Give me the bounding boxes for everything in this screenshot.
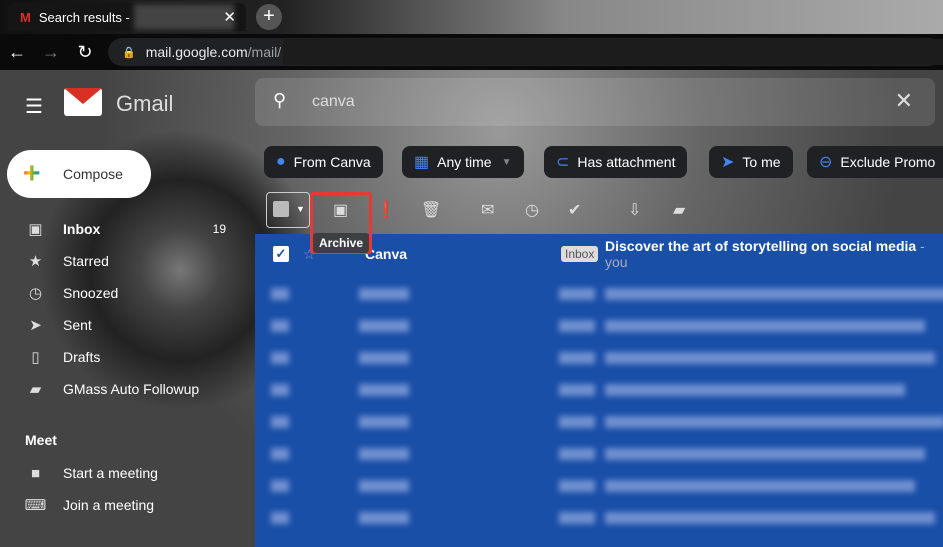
email-row-blurred[interactable] (255, 438, 943, 470)
label-icon: ▰ (29, 381, 42, 398)
send-icon: ➤ (721, 154, 735, 171)
mark-read-icon[interactable]: ✉ (481, 200, 494, 220)
row-checkbox[interactable]: ✓ (273, 246, 289, 262)
unread-count: 19 (212, 222, 226, 236)
join-meeting[interactable]: ⌨ Join a meeting (0, 489, 250, 521)
plus-icon: + (23, 157, 41, 190)
add-task-icon[interactable]: ✔ (568, 200, 581, 220)
close-tab-icon[interactable]: ✕ (223, 8, 236, 26)
archive-tooltip: Archive (313, 233, 370, 253)
email-row-blurred[interactable] (255, 502, 943, 534)
sidebar-item-inbox[interactable]: ▣ Inbox 19 (0, 213, 250, 245)
chip-to-me[interactable]: ➤ To me (709, 146, 793, 178)
search-input[interactable]: canva (312, 93, 355, 111)
clear-search-icon[interactable]: ✕ (895, 88, 913, 114)
lock-icon: 🔒 (122, 46, 136, 59)
sidebar-item-gmass[interactable]: ▰ GMass Auto Followup (0, 373, 250, 405)
sidebar-item-snoozed[interactable]: ◷ Snoozed (0, 277, 250, 309)
search-bar[interactable]: ⚲ canva ✕ (255, 78, 935, 126)
sidebar-item-sent[interactable]: ➤ Sent (0, 309, 250, 341)
new-tab-button[interactable]: + (256, 4, 282, 30)
email-row-blurred[interactable] (255, 374, 943, 406)
sidebar-item-starred[interactable]: ★ Starred (0, 245, 250, 277)
draft-icon: ▯ (31, 349, 40, 366)
address-bar-row: ← → ↻ 🔒 mail.google.com/mail/ (0, 34, 943, 70)
tab-bar: M Search results - ✕ + (0, 0, 943, 34)
snooze-icon[interactable]: ◷ (525, 200, 539, 220)
forward-icon[interactable]: → (34, 42, 68, 63)
email-list: ✓ ☆ Canva Inbox Discover the art of stor… (255, 234, 943, 547)
gmail-favicon: M (20, 9, 31, 25)
menu-icon[interactable]: ☰ (25, 94, 43, 119)
reload-icon[interactable]: ↻ (68, 42, 102, 63)
keyboard-icon: ⌨ (24, 497, 47, 514)
email-row-blurred[interactable] (255, 470, 943, 502)
chip-attachment[interactable]: ⊂ Has attachment (544, 146, 688, 178)
back-icon[interactable]: ← (0, 42, 34, 63)
send-icon: ➤ (29, 317, 42, 334)
meet-heading: Meet (25, 432, 57, 448)
gmail-header: ☰ Gmail ⚲ canva ✕ (0, 70, 943, 136)
email-row-blurred[interactable] (255, 278, 943, 310)
video-icon: ■ (30, 464, 41, 482)
calendar-icon: ▦ (414, 154, 430, 171)
sidebar-item-drafts[interactable]: ▯ Drafts (0, 341, 250, 373)
delete-icon[interactable]: 🗑 (421, 200, 441, 220)
chip-exclude[interactable]: ⊖ Exclude Promo (807, 146, 943, 178)
brand-name: Gmail (116, 91, 174, 116)
email-row-blurred[interactable] (255, 310, 943, 342)
compose-button[interactable]: + Compose (7, 150, 151, 198)
minus-circle-icon: ⊖ (819, 154, 833, 171)
star-icon: ★ (28, 253, 43, 270)
label-icon[interactable]: ▰ (673, 200, 685, 220)
tab-title: Search results - (38, 9, 130, 25)
paperclip-icon: ⊂ (556, 154, 570, 171)
gmail-logo[interactable] (64, 88, 102, 116)
email-row-blurred[interactable] (255, 406, 943, 438)
chip-from[interactable]: ● From Canva (264, 146, 383, 178)
move-to-icon[interactable]: ⇩ (628, 200, 641, 220)
report-spam-icon[interactable]: ❗ (376, 200, 396, 220)
dropdown-icon: ▼ (501, 156, 512, 168)
start-meeting[interactable]: ■ Start a meeting (0, 457, 250, 489)
url-field[interactable]: 🔒 mail.google.com/mail/ (108, 38, 943, 66)
search-icon[interactable]: ⚲ (273, 90, 286, 111)
clock-icon: ◷ (28, 285, 43, 302)
email-row-blurred[interactable] (255, 342, 943, 374)
select-all-checkbox[interactable]: ▼ (266, 192, 310, 228)
browser-tab[interactable]: M Search results - ✕ (8, 3, 246, 31)
chevron-down-icon: ▼ (296, 204, 305, 214)
divider (0, 417, 255, 418)
inbox-icon: ▣ (28, 221, 43, 238)
chip-time[interactable]: ▦ Any time ▼ (402, 146, 524, 178)
person-icon: ● (276, 153, 286, 170)
inbox-badge: Inbox (561, 246, 599, 262)
